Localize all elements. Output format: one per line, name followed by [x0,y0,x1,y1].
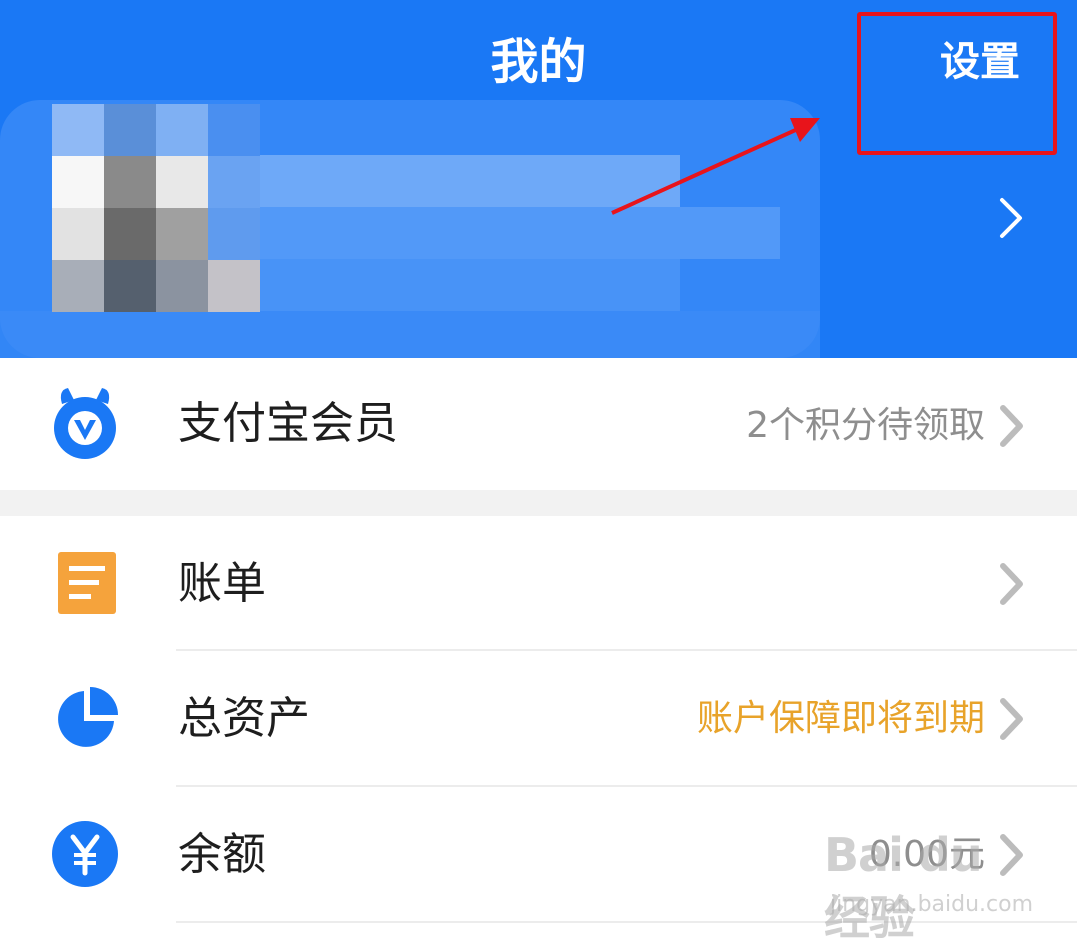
watermark-site: jingyan.baidu.com [830,892,1034,917]
chevron-right-icon [1000,698,1023,740]
baidu-watermark: Bai du 经验 jingyan.baidu.com [824,820,1034,945]
chevron-right-icon [1000,405,1023,447]
chevron-right-icon [1000,563,1023,605]
member-row[interactable]: 支付宝会员 2个积分待领取 [0,358,1077,490]
section-gap [0,490,1077,516]
yuan-icon [52,821,118,887]
member-badge-icon [54,388,116,459]
balance-label: 余额 [178,829,266,880]
bill-label: 账单 [178,558,266,609]
bill-row[interactable]: 账单 [0,516,1077,650]
member-points-text: 2个积分待领取 [746,405,985,446]
account-protection-warning: 账户保障即将到期 [696,698,985,739]
total-assets-row[interactable]: 总资产 账户保障即将到期 [0,651,1077,785]
chevron-right-icon[interactable] [996,196,1026,240]
annotation-highlight-box [857,12,1057,155]
bill-icon [58,552,116,614]
total-assets-label: 总资产 [178,693,310,744]
member-label: 支付宝会员 [178,398,398,449]
avatar[interactable] [52,104,260,312]
pie-chart-icon [58,687,118,747]
watermark-logo: Bai du 经验 [824,828,983,945]
